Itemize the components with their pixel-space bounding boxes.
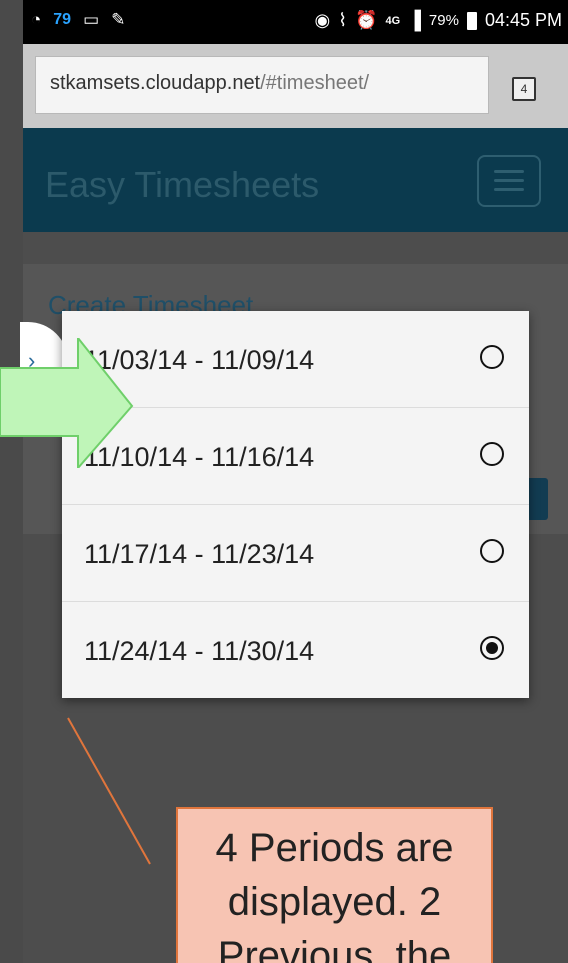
app-title: Easy Timesheets	[45, 164, 320, 205]
callout-line: 4 Periods are	[215, 826, 454, 870]
clock: 04:45 PM	[484, 10, 562, 30]
menu-line-icon	[494, 170, 524, 173]
voicemail-icon: ▭	[83, 10, 100, 29]
eye-icon: ◉	[314, 10, 331, 30]
browser-toolbar: stkamsets.cloudapp.net/#timesheet/ 4	[23, 44, 568, 128]
menu-line-icon	[494, 179, 524, 182]
network-type: 4G	[385, 14, 401, 27]
radio-button-selected[interactable]	[480, 636, 504, 660]
status-right: ◉ ⌇ ⏰ 4G ▐ 79% 04:45 PM	[315, 10, 562, 31]
app-header: Easy Timesheets	[23, 128, 568, 232]
callout-line: Previous, the	[217, 934, 452, 963]
annotation-callout: 4 Periods are displayed. 2 Previous, the	[176, 807, 493, 963]
alarm-icon: ⏰	[355, 10, 378, 30]
menu-line-icon	[494, 188, 524, 191]
period-label: 11/24/14 - 11/30/14	[84, 636, 315, 666]
hamburger-menu-button[interactable]	[477, 155, 541, 207]
status-bar: ◔ 79 ▭ ✎ ◉ ⌇ ⏰ 4G ▐ 79% 04:45 PM	[23, 0, 568, 44]
url-text: stkamsets.cloudapp.net/#timesheet/	[50, 72, 369, 95]
pointer-arrow-icon	[0, 338, 134, 468]
mute-icon: ⌇	[338, 10, 348, 30]
url-host: stkamsets.cloudapp.net	[50, 72, 261, 94]
notification-count-badge: 79	[53, 11, 72, 28]
period-option[interactable]: 11/24/14 - 11/30/14	[62, 602, 529, 698]
period-option[interactable]: 11/17/14 - 11/23/14	[62, 505, 529, 602]
radio-button[interactable]	[480, 442, 504, 466]
battery-percent: 79%	[428, 12, 459, 29]
pencil-icon: ✎	[111, 10, 126, 29]
period-label: 11/17/14 - 11/23/14	[84, 539, 315, 569]
wifi-question-icon: ◔	[31, 10, 42, 29]
tabs-button[interactable]: 4	[512, 77, 536, 101]
url-path: /#timesheet/	[260, 72, 370, 94]
signal-icon: ▐	[408, 10, 421, 30]
battery-icon	[466, 11, 477, 30]
status-left: ◔ 79 ▭ ✎	[31, 10, 125, 30]
screen: ◔ 79 ▭ ✎ ◉ ⌇ ⏰ 4G ▐ 79% 04:45 PM stkamse…	[0, 0, 568, 963]
radio-button[interactable]	[480, 539, 504, 563]
radio-button[interactable]	[480, 345, 504, 369]
address-bar[interactable]: stkamsets.cloudapp.net/#timesheet/	[35, 56, 489, 114]
callout-line: displayed. 2	[227, 880, 442, 924]
